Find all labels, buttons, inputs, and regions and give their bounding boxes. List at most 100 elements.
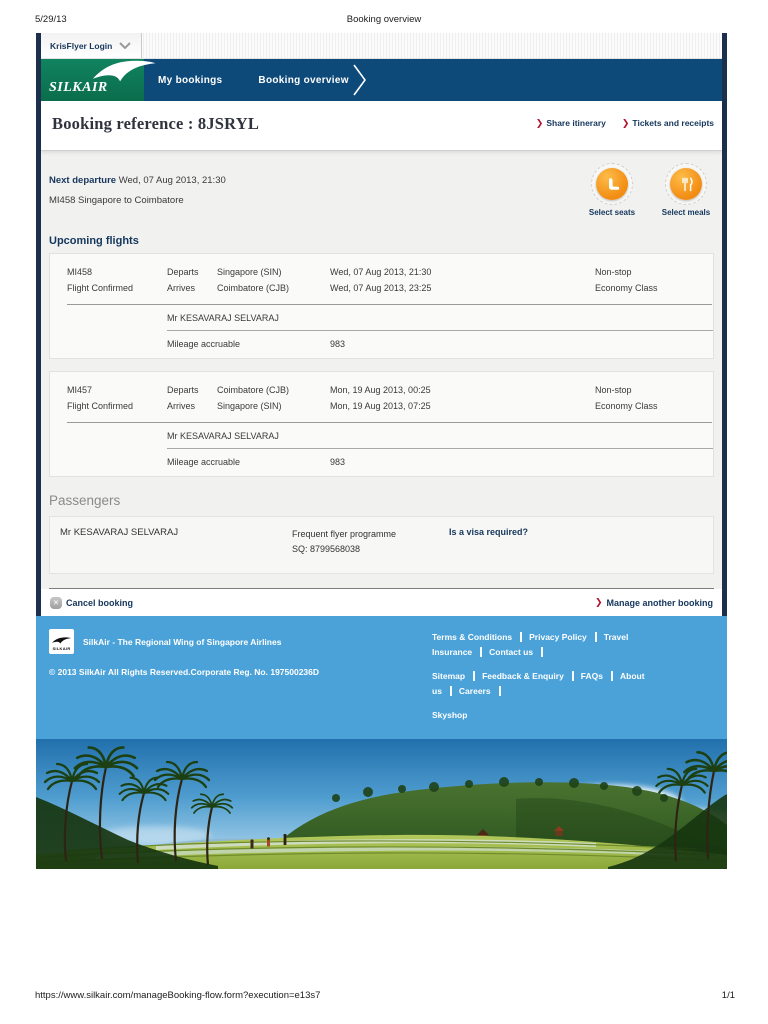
footer-tagline: SilkAir - The Regional Wing of Singapore… bbox=[83, 636, 282, 647]
footer-link-skyshop[interactable]: Skyshop bbox=[432, 710, 475, 720]
frequent-flyer-label: Frequent flyer programme bbox=[292, 529, 397, 539]
select-meals-label: Select meals bbox=[661, 208, 711, 217]
next-departure-datetime: Wed, 07 Aug 2013, 21:30 bbox=[118, 175, 226, 186]
mileage-value: 983 bbox=[330, 339, 346, 349]
close-icon: ✕ bbox=[50, 596, 62, 609]
chevron-right-icon: ❯ bbox=[621, 117, 630, 128]
footer-link-faqs[interactable]: FAQs bbox=[580, 671, 613, 681]
cabin-class: Economy Class bbox=[595, 283, 658, 293]
footer-link-terms[interactable]: Terms & Conditions bbox=[432, 632, 523, 642]
footer-link-privacy[interactable]: Privacy Policy bbox=[529, 632, 597, 642]
flight-status: Flight Confirmed bbox=[67, 401, 134, 411]
passenger-row: Mr KESAVARAJ SELVARAJ Frequent flyer pro… bbox=[49, 516, 714, 574]
booking-actions-row: ✕ Cancel booking ❯ Manage another bookin… bbox=[41, 589, 722, 616]
arrive-city: Singapore (SIN) bbox=[217, 401, 282, 411]
seat-icon bbox=[596, 168, 628, 200]
booking-reference-band: Booking reference : 8JSRYL ❯ Share itine… bbox=[41, 101, 722, 151]
share-itinerary-label: Share itinerary bbox=[546, 118, 606, 128]
nav-items: My bookings Booking overview bbox=[158, 63, 367, 97]
footer-logo-text: SILKAIR bbox=[52, 645, 71, 651]
booking-content: Next departure Wed, 07 Aug 2013, 21:30 M… bbox=[41, 151, 722, 616]
next-departure-panel: Next departure Wed, 07 Aug 2013, 21:30 M… bbox=[49, 161, 714, 225]
silkair-footer-logo-icon: SILKAIR bbox=[49, 629, 74, 654]
nav-booking-overview-label: Booking overview bbox=[258, 74, 349, 86]
arrive-time: Wed, 07 Aug 2013, 23:25 bbox=[330, 283, 432, 293]
footer-links: Terms & Conditions Privacy Policy Travel I… bbox=[432, 629, 727, 731]
arrive-time: Mon, 19 Aug 2013, 07:25 bbox=[330, 401, 431, 411]
tickets-receipts-link[interactable]: ❯ Tickets and receipts bbox=[622, 118, 714, 128]
chevron-right-icon bbox=[353, 63, 367, 97]
depart-time: Wed, 07 Aug 2013, 21:30 bbox=[330, 267, 432, 277]
footer-link-contact[interactable]: Contact us bbox=[489, 647, 544, 657]
destination-panorama-image bbox=[36, 739, 727, 869]
depart-city: Coimbatore (CJB) bbox=[217, 385, 290, 395]
passenger-name: Mr KESAVARAJ SELVARAJ bbox=[60, 527, 179, 538]
tickets-receipts-label: Tickets and receipts bbox=[632, 118, 714, 128]
mileage-label: Mileage accruable bbox=[167, 457, 241, 467]
flight-passenger: Mr KESAVARAJ SELVARAJ bbox=[167, 305, 713, 331]
flight-card-mi457: MI457 Flight Confirmed Departs Arrives C… bbox=[49, 371, 714, 477]
passengers-heading: Passengers bbox=[49, 493, 121, 508]
departs-label: Departs bbox=[167, 385, 199, 395]
footer-link-sitemap[interactable]: Sitemap bbox=[432, 671, 476, 681]
booking-header-links: ❯ Share itinerary ❯ Tickets and receipts bbox=[536, 118, 714, 128]
footer-link-feedback[interactable]: Feedback & Enquiry bbox=[482, 671, 574, 681]
print-url: https://www.silkair.com/manageBooking-fl… bbox=[35, 990, 321, 1001]
chevron-right-icon: ❯ bbox=[535, 117, 544, 128]
site-footer: SILKAIR SilkAir - The Regional Wing of S… bbox=[36, 616, 727, 739]
krisflyer-login-label: KrisFlyer Login bbox=[50, 40, 113, 51]
mileage-row: Mileage accruable 983 bbox=[167, 331, 713, 358]
next-departure-actions: Select seats Select meals bbox=[584, 163, 714, 217]
nav-my-bookings[interactable]: My bookings bbox=[158, 75, 222, 86]
cancel-booking-button[interactable]: ✕ Cancel booking bbox=[50, 596, 134, 609]
print-title: Booking overview bbox=[346, 14, 422, 25]
frequent-flyer-block: Frequent flyer programme SQ: 8799568038 bbox=[292, 527, 449, 557]
silkair-logo[interactable]: SILKAIR bbox=[41, 59, 156, 101]
dashed-ring bbox=[591, 163, 633, 205]
upcoming-flights-heading: Upcoming flights bbox=[49, 235, 139, 247]
page-frame: KrisFlyer Login SILKAIR My bookings Book… bbox=[36, 33, 727, 616]
flight-number: MI458 bbox=[67, 267, 93, 277]
next-departure-label: Next departure bbox=[49, 175, 117, 186]
chevron-right-icon: ❯ bbox=[594, 597, 603, 607]
booking-reference-title: Booking reference : 8JSRYL bbox=[52, 114, 260, 133]
arrives-label: Arrives bbox=[167, 401, 196, 411]
frequent-flyer-number: SQ: 8799568038 bbox=[292, 544, 361, 554]
mileage-label: Mileage accruable bbox=[167, 339, 241, 349]
stops: Non-stop bbox=[595, 267, 632, 277]
depart-time: Mon, 19 Aug 2013, 00:25 bbox=[330, 385, 431, 395]
visa-required-link[interactable]: Is a visa required? bbox=[449, 527, 713, 557]
meals-icon bbox=[670, 168, 702, 200]
main-nav: SILKAIR My bookings Booking overview bbox=[41, 59, 722, 101]
manage-another-booking-link[interactable]: ❯ Manage another booking bbox=[595, 598, 713, 608]
departs-label: Departs bbox=[167, 267, 199, 277]
flight-card-mi458: MI458 Flight Confirmed Departs Arrives S… bbox=[49, 253, 714, 359]
select-seats-button[interactable]: Select seats bbox=[584, 163, 640, 217]
print-page-number: 1/1 bbox=[721, 990, 735, 1001]
dashed-ring bbox=[665, 163, 707, 205]
chevron-down-icon bbox=[119, 42, 132, 49]
select-seats-label: Select seats bbox=[588, 208, 636, 217]
manage-another-booking-label: Manage another booking bbox=[606, 597, 713, 608]
stops: Non-stop bbox=[595, 385, 632, 395]
silkair-logo-text: SILKAIR bbox=[49, 80, 108, 95]
cancel-booking-label: Cancel booking bbox=[66, 597, 134, 608]
print-footer: https://www.silkair.com/manageBooking-fl… bbox=[35, 990, 735, 1001]
arrives-label: Arrives bbox=[167, 283, 196, 293]
footer-copyright: © 2013 SilkAir All Rights Reserved.Corpo… bbox=[49, 667, 320, 677]
footer-brand-block: SILKAIR SilkAir - The Regional Wing of S… bbox=[36, 629, 432, 731]
cabin-class: Economy Class bbox=[595, 401, 658, 411]
booking-page: KrisFlyer Login SILKAIR My bookings Book… bbox=[36, 33, 727, 869]
flight-status: Flight Confirmed bbox=[67, 283, 134, 293]
mileage-row: Mileage accruable 983 bbox=[167, 449, 713, 476]
footer-link-careers[interactable]: Careers bbox=[458, 686, 501, 696]
print-header: 5/29/13 Booking overview bbox=[35, 14, 733, 25]
flight-number: MI457 bbox=[67, 385, 93, 395]
flight-passenger: Mr KESAVARAJ SELVARAJ bbox=[167, 423, 713, 449]
share-itinerary-link[interactable]: ❯ Share itinerary bbox=[536, 118, 606, 128]
select-meals-button[interactable]: Select meals bbox=[658, 163, 714, 217]
krisflyer-login-dropdown[interactable]: KrisFlyer Login bbox=[41, 33, 143, 58]
mileage-value: 983 bbox=[330, 457, 346, 467]
nav-booking-overview[interactable]: Booking overview bbox=[258, 63, 366, 97]
nav-my-bookings-label: My bookings bbox=[158, 74, 223, 86]
